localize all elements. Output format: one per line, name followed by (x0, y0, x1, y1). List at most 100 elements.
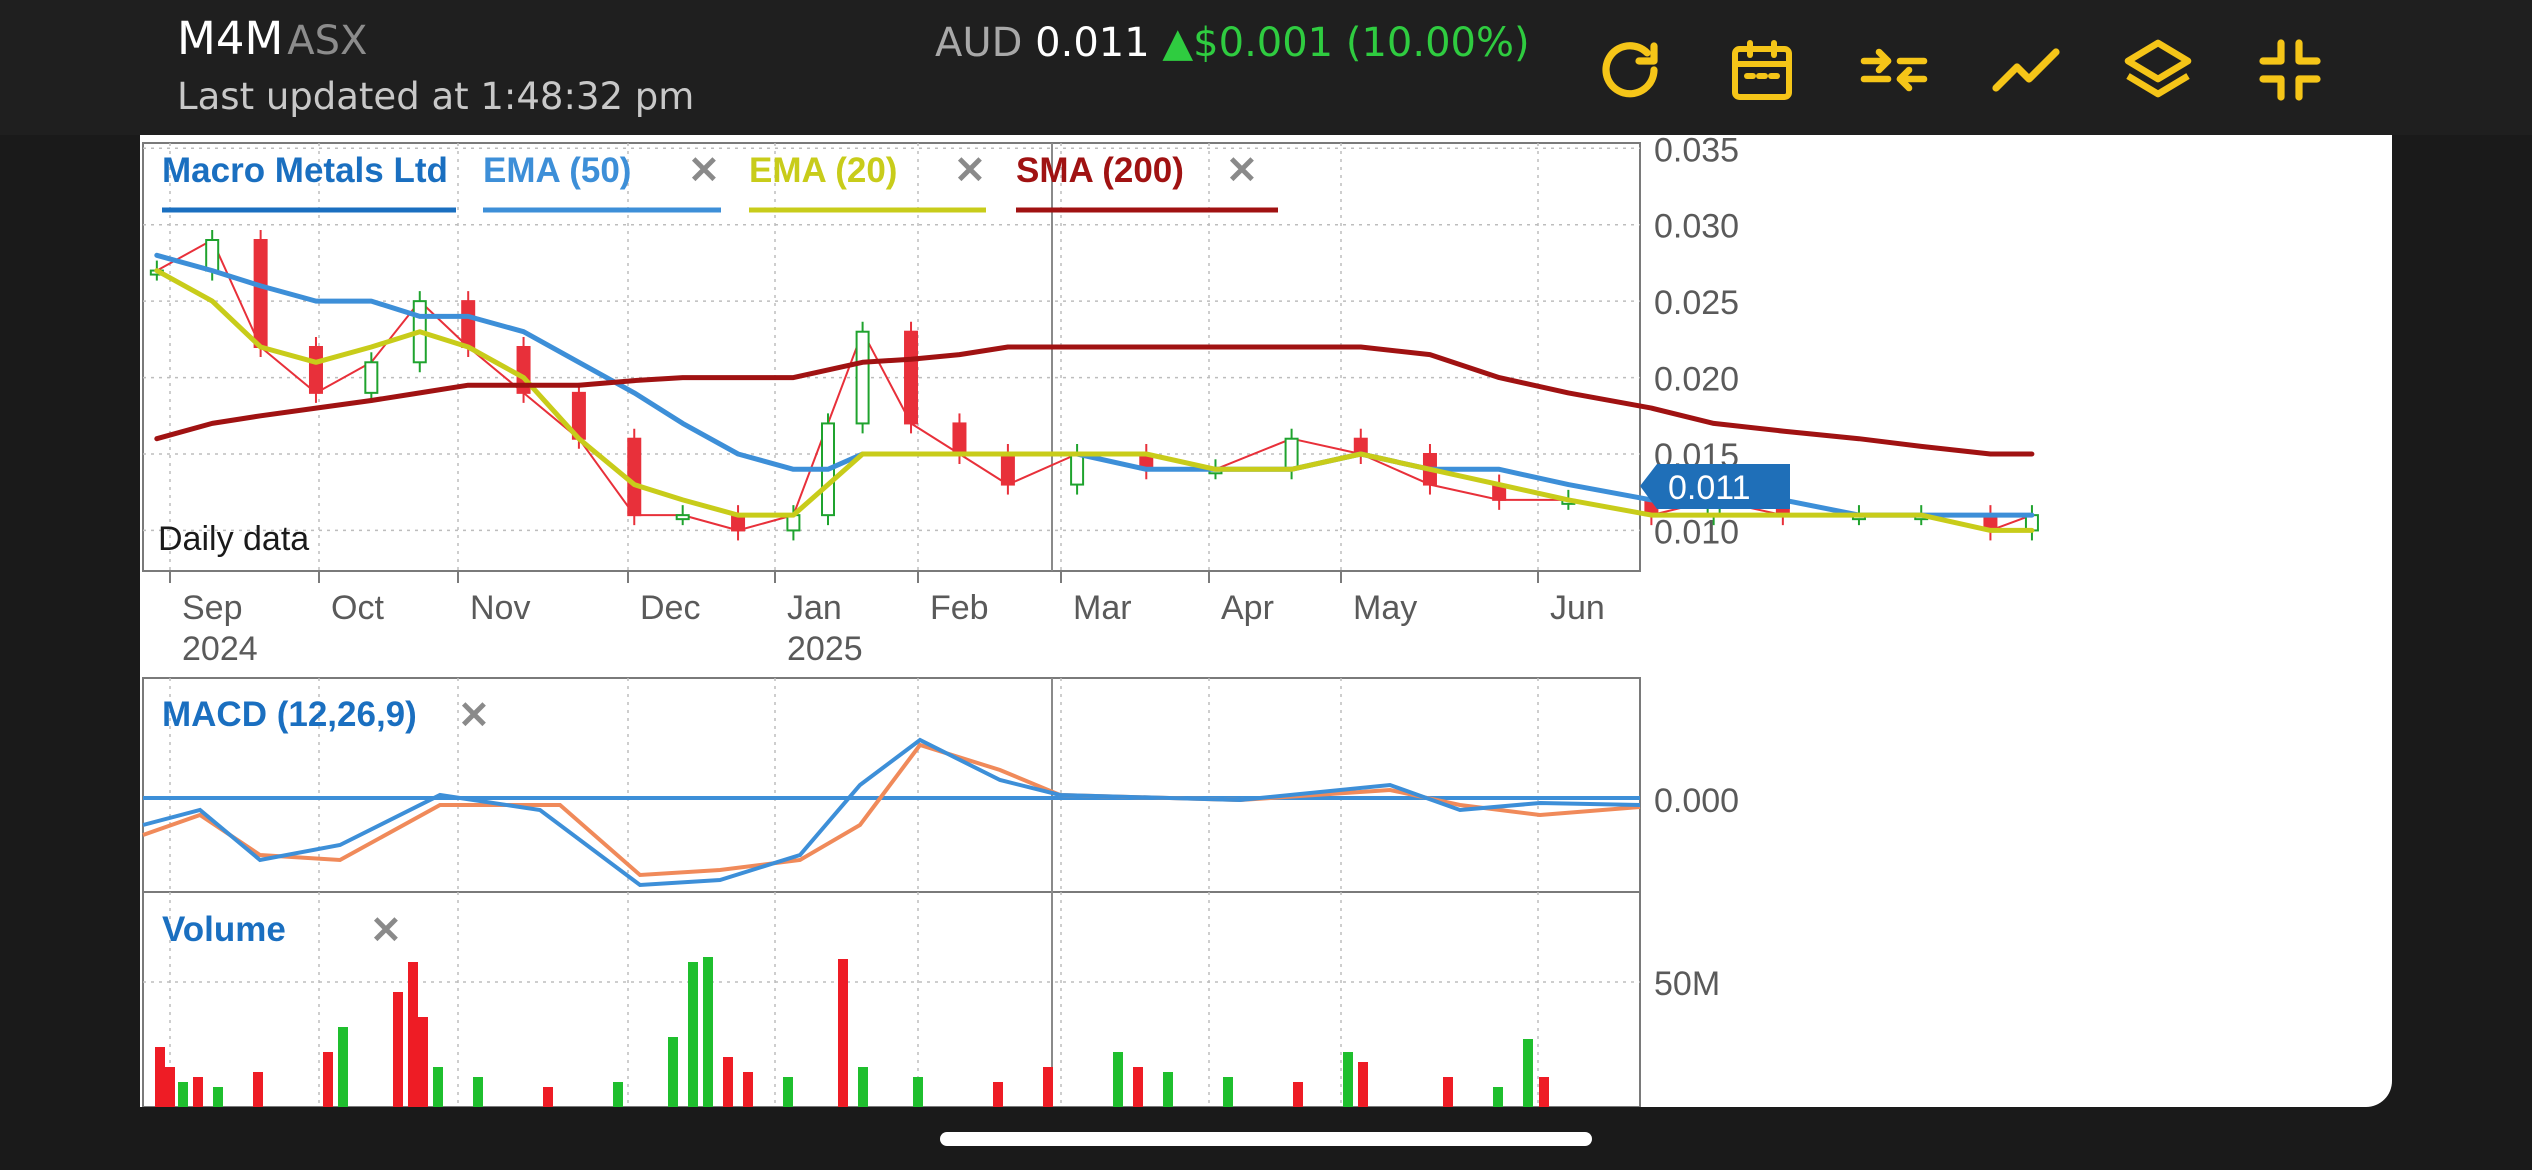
price-tag-label: 0.011 (1668, 469, 1751, 507)
volume-bar (178, 1082, 188, 1107)
legend-label[interactable]: SMA (200) (1016, 151, 1184, 190)
app-header: M4M ASX Last updated at 1:48:32 pm AUD 0.… (0, 0, 2532, 135)
volume-label: Volume (162, 910, 286, 949)
volume-bar (1223, 1077, 1233, 1107)
month-label: Sep (182, 589, 243, 627)
volume-bar (1133, 1067, 1143, 1107)
year-label: 2025 (787, 630, 863, 668)
candle-body (308, 346, 323, 394)
volume-bar (473, 1077, 483, 1107)
legend-close-icon[interactable]: ✕ (688, 150, 720, 192)
volume-bar (838, 959, 848, 1107)
refresh-button[interactable] (1590, 30, 1670, 110)
chart-area[interactable]: Sep 2024 Oct Nov Dec Jan 2025 Feb Mar Apr May Jun 0.… (140, 135, 2392, 1107)
price-panel-frame (142, 142, 1641, 572)
compare-icon (1860, 48, 1928, 92)
year-label: 2024 (182, 630, 258, 668)
candle-body (627, 437, 642, 517)
last-price: 0.011 (1035, 20, 1150, 66)
volume-bar (193, 1077, 203, 1107)
volume-bar (1043, 1067, 1053, 1107)
volume-bar (1539, 1077, 1549, 1107)
macd-close-icon[interactable]: ✕ (458, 695, 490, 737)
volume-bar (993, 1082, 1003, 1107)
exit-fullscreen-button[interactable] (2250, 30, 2330, 110)
month-label: Feb (930, 589, 989, 627)
month-label: Nov (470, 589, 530, 627)
series-line-3 (154, 344, 2035, 457)
volume-bar (418, 1017, 428, 1107)
volume-bar (858, 1067, 868, 1107)
candle-body (855, 330, 870, 425)
volume-bar (668, 1037, 678, 1107)
volume-bar (408, 962, 418, 1107)
volume-bar (1163, 1072, 1173, 1107)
change-up-arrow-icon: ▲ (1162, 20, 1194, 66)
volume-bar (1358, 1062, 1368, 1107)
volume-bar (1493, 1087, 1503, 1107)
candle-body (1000, 453, 1015, 486)
legend-label[interactable]: EMA (50) (483, 151, 631, 190)
legend-close-icon[interactable]: ✕ (954, 150, 986, 192)
date-range-button[interactable] (1722, 30, 1802, 110)
candle-body (1070, 453, 1085, 486)
volume-bar (703, 957, 713, 1107)
change-amount: $0.001 (1193, 20, 1334, 66)
month-label: Oct (331, 589, 384, 627)
indicator-line-icon (1992, 48, 2060, 92)
volume-bar (338, 1027, 348, 1107)
macd-signal-line (142, 742, 1641, 878)
month-label: Jan (787, 589, 842, 627)
layers-button[interactable] (2118, 30, 2198, 110)
volume-bar (1443, 1077, 1453, 1107)
volume-bar (1113, 1052, 1123, 1107)
chart-svg[interactable]: Sep2024 Oct Nov Dec Jan2025 Feb Mar Apr May Jun 0.… (140, 135, 2392, 1107)
volume-panel-frame (142, 891, 1641, 1107)
candle-body (1284, 437, 1299, 471)
volume-bar (155, 1047, 165, 1107)
month-label: Apr (1221, 589, 1274, 627)
volume-bar (1343, 1052, 1353, 1107)
volume-bar (393, 992, 403, 1107)
candle-body (904, 330, 919, 425)
month-label: Mar (1073, 589, 1132, 627)
left-margin (0, 135, 140, 1170)
legend-close-icon[interactable]: ✕ (1226, 150, 1258, 192)
volume-bar (613, 1082, 623, 1107)
indicators-button[interactable] (1986, 30, 2066, 110)
volume-bar (1293, 1082, 1303, 1107)
exchange-label: ASX (287, 18, 368, 64)
refresh-icon (1602, 42, 1658, 98)
volume-close-icon[interactable]: ✕ (370, 910, 402, 952)
exit-fullscreen-icon (2259, 39, 2321, 101)
volume-bar (543, 1087, 553, 1107)
home-indicator[interactable] (940, 1132, 1592, 1146)
month-label: Jun (1550, 589, 1605, 627)
y-tick-label: 0.020 (1654, 361, 1739, 399)
change-percent: (10.00%) (1345, 20, 1530, 66)
volume-bar (783, 1077, 793, 1107)
compare-button[interactable] (1854, 30, 1934, 110)
y-tick-label: 0.025 (1654, 284, 1739, 322)
y-tick-label: 0.010 (1654, 513, 1739, 551)
daily-data-label: Daily data (158, 520, 309, 558)
layers-icon (2124, 39, 2192, 98)
volume-bar (433, 1067, 443, 1107)
candle-body (952, 422, 967, 455)
volume-bar (913, 1077, 923, 1107)
candle-body (253, 239, 268, 348)
chart-toolbar (1590, 30, 2382, 110)
volume-bar (688, 962, 698, 1107)
ticker-block: M4M ASX (177, 12, 367, 65)
legend-label[interactable]: Macro Metals Ltd (162, 151, 448, 190)
macd-label: MACD (12,26,9) (162, 695, 417, 734)
candle-body (364, 361, 379, 394)
candle-body (461, 300, 476, 348)
month-label: Dec (640, 589, 700, 627)
price-quote: AUD 0.011 ▲$0.001 (10.00%) (935, 20, 1530, 66)
legend-label[interactable]: EMA (20) (749, 151, 897, 190)
y-tick-label: 0.035 (1654, 135, 1739, 169)
volume-y-tick: 50M (1654, 965, 1720, 1003)
currency-label: AUD (935, 20, 1023, 66)
y-tick-label: 0.030 (1654, 208, 1739, 246)
